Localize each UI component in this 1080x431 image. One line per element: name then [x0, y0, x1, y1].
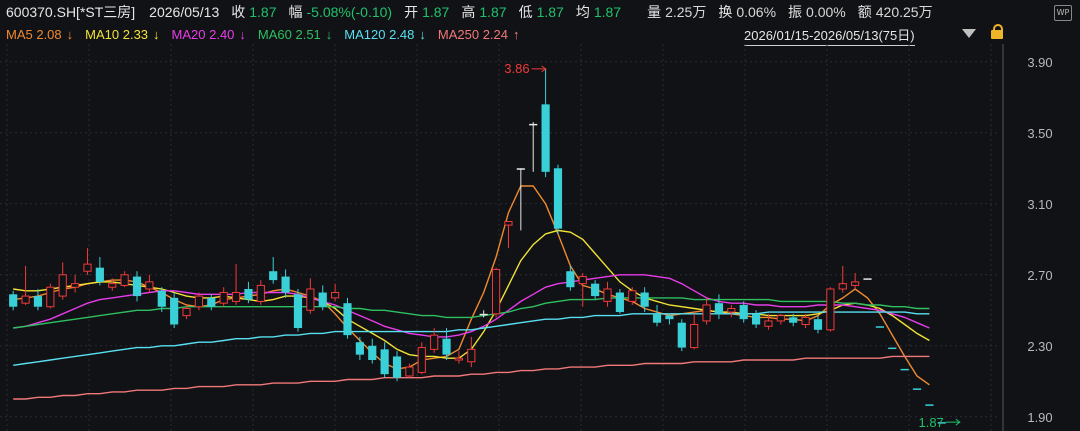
candle-body [566, 271, 575, 288]
candle-body [813, 319, 823, 330]
ma-line-ma60 [13, 297, 930, 329]
candle-body [912, 388, 922, 390]
candle-body [801, 316, 810, 325]
candle-body [170, 297, 179, 325]
candle-body [789, 317, 798, 323]
y-tick-label: 1.90 [1027, 410, 1052, 425]
candle-body [714, 303, 724, 314]
high-annotation: 3.86 [504, 61, 529, 76]
candle-body [541, 104, 550, 172]
candle-body [591, 283, 600, 297]
candle-body [702, 304, 711, 322]
candle-body [306, 288, 315, 311]
candle-body [751, 313, 761, 325]
candle-body [516, 168, 525, 170]
candle-body [900, 368, 909, 371]
candle-body [851, 281, 860, 286]
candle-body [355, 342, 364, 355]
candle-body [256, 284, 265, 302]
candle-body [219, 292, 228, 304]
candle-body [108, 283, 117, 288]
candle-body [776, 315, 785, 322]
candle-body [727, 308, 736, 313]
candle-body [739, 304, 748, 320]
candle-body [33, 296, 43, 307]
candle-body [293, 294, 303, 329]
y-tick-label: 3.10 [1027, 197, 1052, 212]
candle-body [764, 320, 773, 327]
candlestick-chart[interactable]: 3.90 3.50 3.10 2.70 2.30 1.90 3.86 1.87 [0, 0, 1080, 431]
candle-body [231, 292, 241, 302]
candle-body [95, 267, 104, 282]
candle-body [665, 315, 674, 320]
candle-body [182, 308, 191, 317]
candle-body [603, 288, 612, 302]
candle-body [343, 303, 352, 336]
candle-body [194, 295, 204, 308]
candle-body [454, 357, 464, 361]
candle-body [504, 221, 513, 226]
candle-body [529, 123, 538, 126]
candle-body [331, 292, 340, 299]
candle-body [46, 286, 55, 308]
candle-body [207, 297, 216, 307]
candle-body [690, 323, 699, 349]
candle-body [405, 366, 414, 377]
candle-body [925, 404, 934, 406]
candle-body [442, 338, 451, 355]
candle-body [392, 356, 402, 378]
candle-body [83, 263, 92, 272]
candle-body [863, 278, 872, 280]
candle-body [368, 345, 377, 360]
y-tick-label: 2.70 [1027, 268, 1052, 283]
candle-body [826, 288, 835, 331]
candle-body [491, 268, 501, 315]
candle-body [417, 347, 426, 373]
candle-body [380, 349, 389, 375]
candle-body [888, 347, 897, 350]
y-tick-label: 3.90 [1027, 55, 1052, 70]
candle-body [318, 292, 327, 307]
candle-body [467, 348, 476, 363]
candle-body [71, 283, 80, 288]
candle-body [615, 292, 624, 313]
candle-body [628, 290, 637, 302]
candle-body [281, 276, 290, 293]
candle-body [120, 274, 129, 286]
candle-body [640, 292, 649, 307]
candle-body [430, 334, 439, 350]
candle-body [875, 326, 884, 328]
candle-body [21, 295, 30, 304]
candle-body [58, 274, 67, 297]
low-annotation: 1.87 [918, 415, 943, 430]
candle-body [838, 283, 847, 290]
candle-body [244, 288, 253, 300]
candle-body [553, 168, 563, 229]
candle-body [157, 290, 166, 307]
candle-body [269, 271, 278, 281]
candle-body [9, 294, 18, 307]
candle-body [578, 276, 587, 285]
candle-body [145, 281, 154, 290]
y-tick-label: 2.30 [1027, 339, 1052, 354]
y-tick-label: 3.50 [1027, 126, 1052, 141]
candle-body [677, 322, 686, 348]
candle-body [652, 313, 662, 323]
candle-body [479, 313, 488, 316]
candle-body [132, 276, 142, 297]
